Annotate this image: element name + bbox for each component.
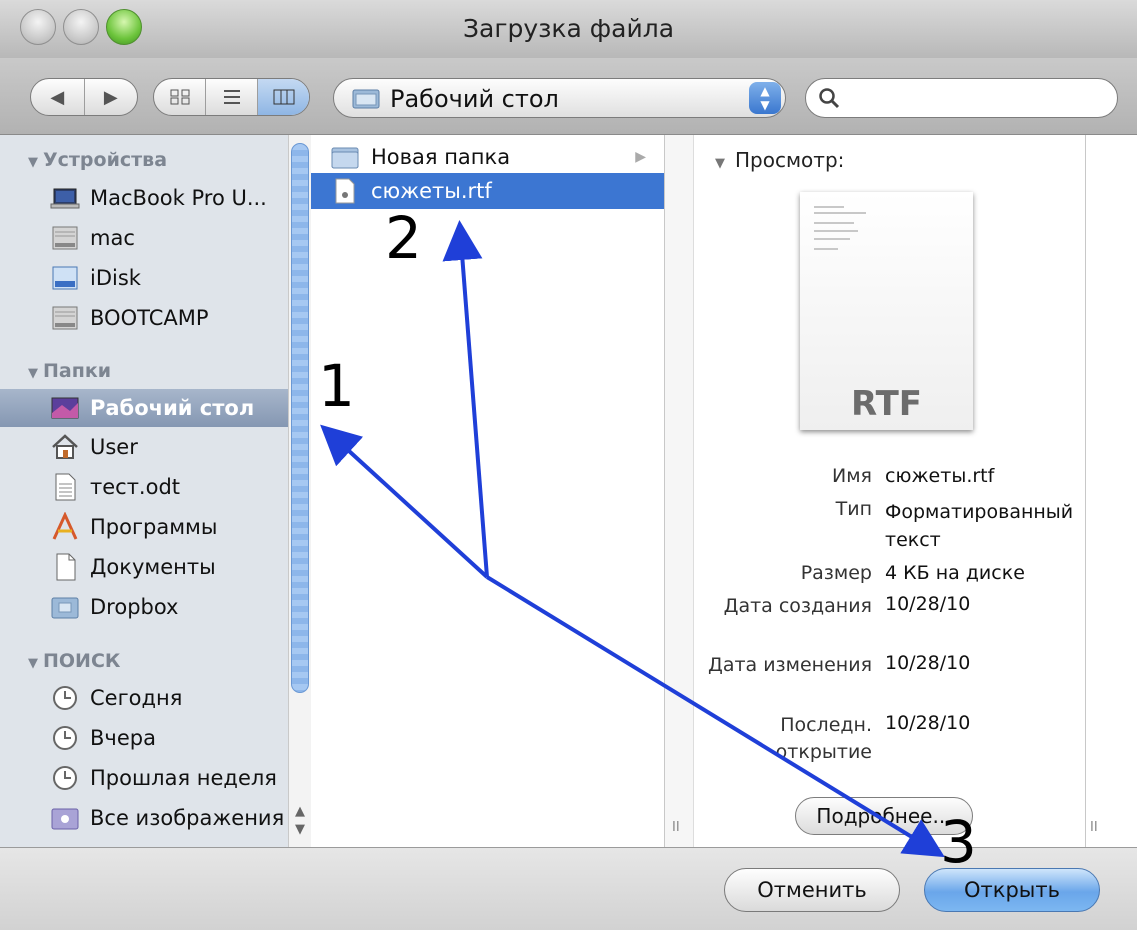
disclosure-triangle-icon: ▼ <box>715 156 725 171</box>
column-resize-handle[interactable]: II <box>672 820 680 835</box>
back-arrow-icon: ◀ <box>50 86 65 108</box>
info-value-created: 10/28/10 <box>885 593 971 615</box>
annotation-step-2: 2 <box>385 204 422 272</box>
info-key-created: Дата создания <box>723 595 872 617</box>
disclosure-triangle-icon: ▼ <box>28 656 38 671</box>
sidebar-item-test-odt[interactable]: тест.odt <box>50 468 288 506</box>
sidebar-section-devices[interactable]: ▼ Устройства <box>28 149 167 171</box>
icon-view-button[interactable] <box>154 79 206 115</box>
view-mode-control <box>153 78 310 116</box>
sidebar: ▼ Устройства MacBook Pro U... mac iDisk B… <box>0 135 311 847</box>
scroll-arrows-icon[interactable]: ▲ ▼ <box>291 803 309 839</box>
list-view-button[interactable] <box>206 79 258 115</box>
disclosure-triangle-icon: ▼ <box>28 366 38 381</box>
sidebar-item-desktop[interactable]: Рабочий стол <box>0 389 290 427</box>
search-icon <box>819 88 840 109</box>
annotation-step-1: 1 <box>318 352 355 420</box>
info-value-modified: 10/28/10 <box>885 652 971 674</box>
file-item-new-folder[interactable]: Новая папка ▶ <box>311 139 664 175</box>
sidebar-item-bootcamp[interactable]: BOOTCAMP <box>50 299 288 337</box>
column-view-button[interactable] <box>258 79 309 115</box>
sidebar-item-mac[interactable]: mac <box>50 219 288 257</box>
info-key-last-opened: Последн. открытие <box>775 714 872 763</box>
forward-arrow-icon: ▶ <box>103 86 118 108</box>
folder-icon <box>51 597 79 619</box>
empty-column <box>1086 135 1137 847</box>
idisk-icon <box>52 266 78 290</box>
sidebar-item-dropbox[interactable]: Dropbox <box>50 588 288 626</box>
smart-folder-icon <box>51 808 79 830</box>
clock-icon <box>53 766 77 790</box>
sidebar-item-applications[interactable]: Программы <box>50 508 288 546</box>
sidebar-scrollbar[interactable]: ▲ ▼ <box>288 135 311 847</box>
documents-icon <box>56 553 76 581</box>
info-value-size: 4 КБ на диске <box>885 562 1025 584</box>
hard-drive-icon <box>52 226 78 250</box>
doc-type-label: RTF <box>850 384 923 424</box>
annotation-step-3: 3 <box>940 808 977 876</box>
list-view-icon <box>223 90 240 104</box>
column-resize-handle[interactable]: II <box>1090 820 1098 835</box>
sidebar-item-macbook[interactable]: MacBook Pro U... <box>50 179 288 217</box>
sidebar-item-last-week[interactable]: Прошлая неделя <box>50 759 288 797</box>
laptop-icon <box>50 188 80 209</box>
desktop-icon <box>51 397 79 419</box>
folder-icon <box>352 89 380 109</box>
document-icon <box>55 473 76 501</box>
column-view-icon <box>273 89 294 105</box>
clock-icon <box>53 726 77 750</box>
file-open-dialog: Загрузка файла ◀ ▶ Рабочий стол ▲ ▼ ▼ Ус… <box>0 0 1137 930</box>
forward-button[interactable]: ▶ <box>85 79 138 115</box>
window-title: Загрузка файла <box>462 14 675 43</box>
sidebar-section-folders[interactable]: ▼ Папки <box>28 360 111 382</box>
toolbar: ◀ ▶ Рабочий стол ▲ ▼ <box>0 58 1137 135</box>
title-bar: Загрузка файла <box>0 0 1137 59</box>
popup-arrows-icon: ▲ ▼ <box>749 82 781 114</box>
file-item-rtf[interactable]: сюжеты.rtf <box>311 173 664 209</box>
column-gutter <box>665 135 694 847</box>
sidebar-item-today[interactable]: Сегодня <box>50 679 288 717</box>
back-button[interactable]: ◀ <box>31 79 85 115</box>
rtf-file-icon <box>335 178 355 204</box>
file-column: Новая папка ▶ сюжеты.rtf <box>311 135 665 847</box>
info-key-name: Имя <box>832 465 872 487</box>
document-preview-thumbnail: RTF <box>800 192 973 430</box>
info-value-type: Форматированный текст <box>885 501 1074 551</box>
hard-drive-icon <box>52 306 78 330</box>
info-value-last-opened: 10/28/10 <box>885 712 971 734</box>
sidebar-item-all-images[interactable]: Все изображения <box>50 799 288 837</box>
applications-icon <box>52 512 78 540</box>
clock-icon <box>53 686 77 710</box>
location-label: Рабочий стол <box>390 85 559 113</box>
sidebar-item-documents[interactable]: Документы <box>50 548 288 586</box>
info-value-name: сюжеты.rtf <box>885 465 995 487</box>
info-key-size: Размер <box>800 562 872 584</box>
sidebar-item-user[interactable]: User <box>50 428 288 466</box>
back-forward-control: ◀ ▶ <box>30 78 138 116</box>
disclosure-triangle-icon: ▼ <box>28 155 38 170</box>
location-popup[interactable]: Рабочий стол ▲ ▼ <box>333 78 786 118</box>
chevron-right-icon: ▶ <box>635 149 646 165</box>
info-key-type: Тип <box>835 498 872 520</box>
info-key-modified: Дата изменения <box>707 654 872 676</box>
search-field[interactable] <box>805 78 1118 118</box>
sidebar-item-idisk[interactable]: iDisk <box>50 259 288 297</box>
home-icon <box>52 434 78 459</box>
sidebar-item-yesterday[interactable]: Вчера <box>50 719 288 757</box>
preview-header[interactable]: ▼ Просмотр: <box>715 148 844 172</box>
cancel-button[interactable]: Отменить <box>724 868 900 912</box>
icon-view-icon <box>170 89 189 105</box>
scrollbar-thumb[interactable] <box>291 143 309 693</box>
sidebar-section-search[interactable]: ▼ ПОИСК <box>28 650 120 672</box>
folder-icon <box>331 147 359 169</box>
